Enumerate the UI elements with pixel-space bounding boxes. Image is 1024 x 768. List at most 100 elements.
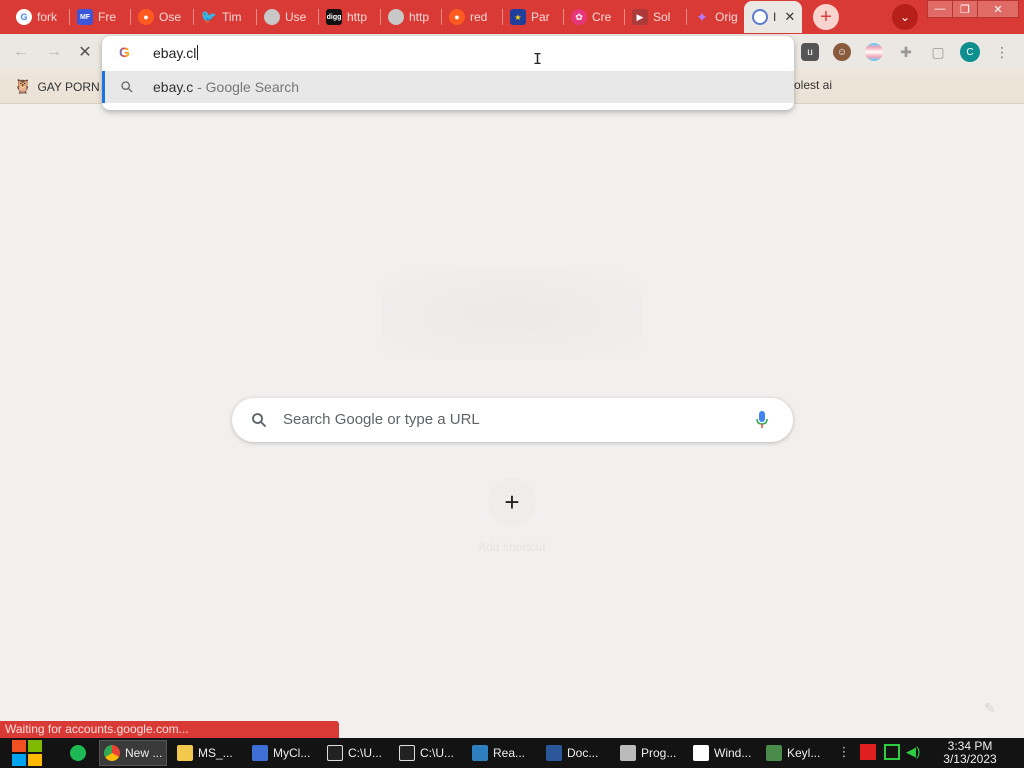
tab-5[interactable]: digg http [318, 1, 376, 33]
tab-4[interactable]: Use [256, 1, 314, 33]
customize-pencil-icon[interactable]: ✎ [984, 700, 996, 717]
task-label: Keyl... [787, 746, 821, 760]
microphone-icon[interactable] [755, 410, 769, 430]
minimize-button[interactable]: — [927, 0, 953, 18]
file-icon [693, 745, 709, 761]
forward-icon[interactable]: → [42, 40, 66, 64]
owl-icon: 🦉 [14, 78, 32, 94]
tab-active[interactable]: I ✕ [744, 1, 802, 33]
address-bar[interactable]: G ebay.cl [102, 36, 794, 70]
window-close-button[interactable]: ✕ [977, 0, 1019, 18]
taskbar: New ... MS_... MyCl... C:\U... C:\U... R… [0, 738, 1024, 768]
tab-8[interactable]: ★ Par [502, 1, 560, 33]
vs-icon [252, 745, 268, 761]
task-label: Rea... [493, 746, 526, 760]
chrome-icon [104, 745, 120, 761]
system-clock[interactable]: 3:34 PM 3/13/2023 [938, 740, 1002, 766]
task-label: Doc... [567, 746, 599, 760]
profile-avatar[interactable]: C [960, 42, 980, 62]
spotify-icon [70, 745, 86, 761]
tab-label: red [470, 10, 488, 24]
tab-0[interactable]: G fork [8, 1, 66, 33]
task-label: MS_... [198, 746, 233, 760]
task-label: MyCl... [273, 746, 311, 760]
ntp-search-placeholder: Search Google or type a URL [283, 411, 480, 428]
taskbar-item-5[interactable]: Rea... [468, 740, 538, 766]
tab-2[interactable]: ● Ose [130, 1, 188, 33]
taskbar-item-3[interactable]: C:\U... [323, 740, 393, 766]
digg-icon: digg [326, 9, 342, 25]
side-panel-icon[interactable]: ▢ [929, 43, 947, 61]
menu-icon[interactable]: ⋮ [993, 43, 1011, 61]
clock-date: 3/13/2023 [943, 752, 997, 766]
suggestion-main-text: ebay.c [153, 79, 194, 95]
task-label: C:\U... [348, 746, 383, 760]
taskbar-item-4[interactable]: C:\U... [395, 740, 465, 766]
tray-overflow-icon[interactable]: ⋮ [836, 744, 852, 760]
restore-button[interactable]: ❐ [952, 0, 978, 18]
mft-icon: MF [77, 9, 93, 25]
tab-label: I [773, 10, 777, 24]
add-shortcut-button[interactable]: + [488, 478, 536, 526]
taskbar-item-1[interactable]: MS_... [173, 740, 243, 766]
back-icon[interactable]: ← [9, 40, 33, 64]
windows-start-icon[interactable] [10, 738, 44, 768]
task-label: New ... [125, 746, 163, 760]
tab-9[interactable]: ✿ Cre [563, 1, 621, 33]
taskbar-item-7[interactable]: Prog... [616, 740, 686, 766]
omnibox-suggestion[interactable]: ebay.c - Google Search [102, 71, 794, 103]
volume-tray-icon[interactable]: ◀) [906, 744, 922, 760]
stop-loading-icon[interactable]: ✕ [73, 40, 97, 64]
suggestion-sub-text: - Google Search [193, 79, 300, 95]
tab-6[interactable]: http [380, 1, 438, 33]
ublock-icon[interactable]: u [801, 43, 819, 61]
status-bubble: Waiting for accounts.google.com... [0, 721, 339, 738]
tab-1[interactable]: MF Fre [69, 1, 127, 33]
puzzle-icon[interactable]: ✚ [897, 43, 915, 61]
search-icon [252, 413, 266, 427]
close-tab-icon[interactable]: ✕ [784, 9, 795, 25]
tab-10[interactable]: ▶ Sol [624, 1, 682, 33]
ntp-search-box[interactable]: Search Google or type a URL [232, 398, 793, 442]
video-icon: ▶ [632, 9, 648, 25]
task-label: Prog... [641, 746, 677, 760]
doc-icon [620, 745, 636, 761]
tab-label: Tim [222, 10, 242, 24]
folder-icon [177, 745, 193, 761]
google-icon: G [16, 9, 32, 25]
word-icon [546, 745, 562, 761]
avatar-extension-icon[interactable]: ☺ [833, 43, 851, 61]
spotify-task[interactable] [66, 740, 88, 766]
bookmark-0[interactable]: 🦉 GAY PORN [14, 78, 100, 95]
bookmark-1[interactable]: olest ai [794, 78, 832, 92]
tab-3[interactable]: 🐦 Tim [193, 1, 251, 33]
taskbar-item-2[interactable]: MyCl... [248, 740, 318, 766]
tab-label: Par [531, 10, 550, 24]
taskbar-item-0[interactable]: New ... [99, 740, 167, 766]
network-tray-icon[interactable] [884, 744, 900, 760]
globe-icon [388, 9, 404, 25]
taskbar-item-9[interactable]: Keyl... [762, 740, 832, 766]
globe-icon [264, 9, 280, 25]
tab-7[interactable]: ● red [441, 1, 499, 33]
star-icon: ✦ [696, 8, 708, 25]
tab-11[interactable]: ✦ Orig [686, 1, 744, 33]
flag-tray-icon[interactable] [860, 744, 876, 760]
text-caret [197, 45, 199, 60]
task-label: C:\U... [420, 746, 455, 760]
tab-label: Cre [592, 10, 612, 24]
twitter-icon: 🐦 [200, 9, 218, 24]
task-label: Wind... [714, 746, 752, 760]
tab-label: http [347, 10, 368, 24]
7zip-icon [327, 745, 343, 761]
7zip-icon [399, 745, 415, 761]
monitor-icon [766, 745, 782, 761]
new-tab-button[interactable]: + [813, 4, 839, 30]
tab-search-button[interactable]: ⌄ [892, 4, 918, 30]
taskbar-item-6[interactable]: Doc... [542, 740, 612, 766]
flag-extension-icon[interactable] [865, 43, 883, 61]
omnibox-dropdown: G ebay.cl ebay.c - Google Search [102, 36, 794, 110]
search-icon [121, 81, 133, 93]
taskbar-item-8[interactable]: Wind... [689, 740, 759, 766]
google-icon: G [119, 45, 133, 59]
